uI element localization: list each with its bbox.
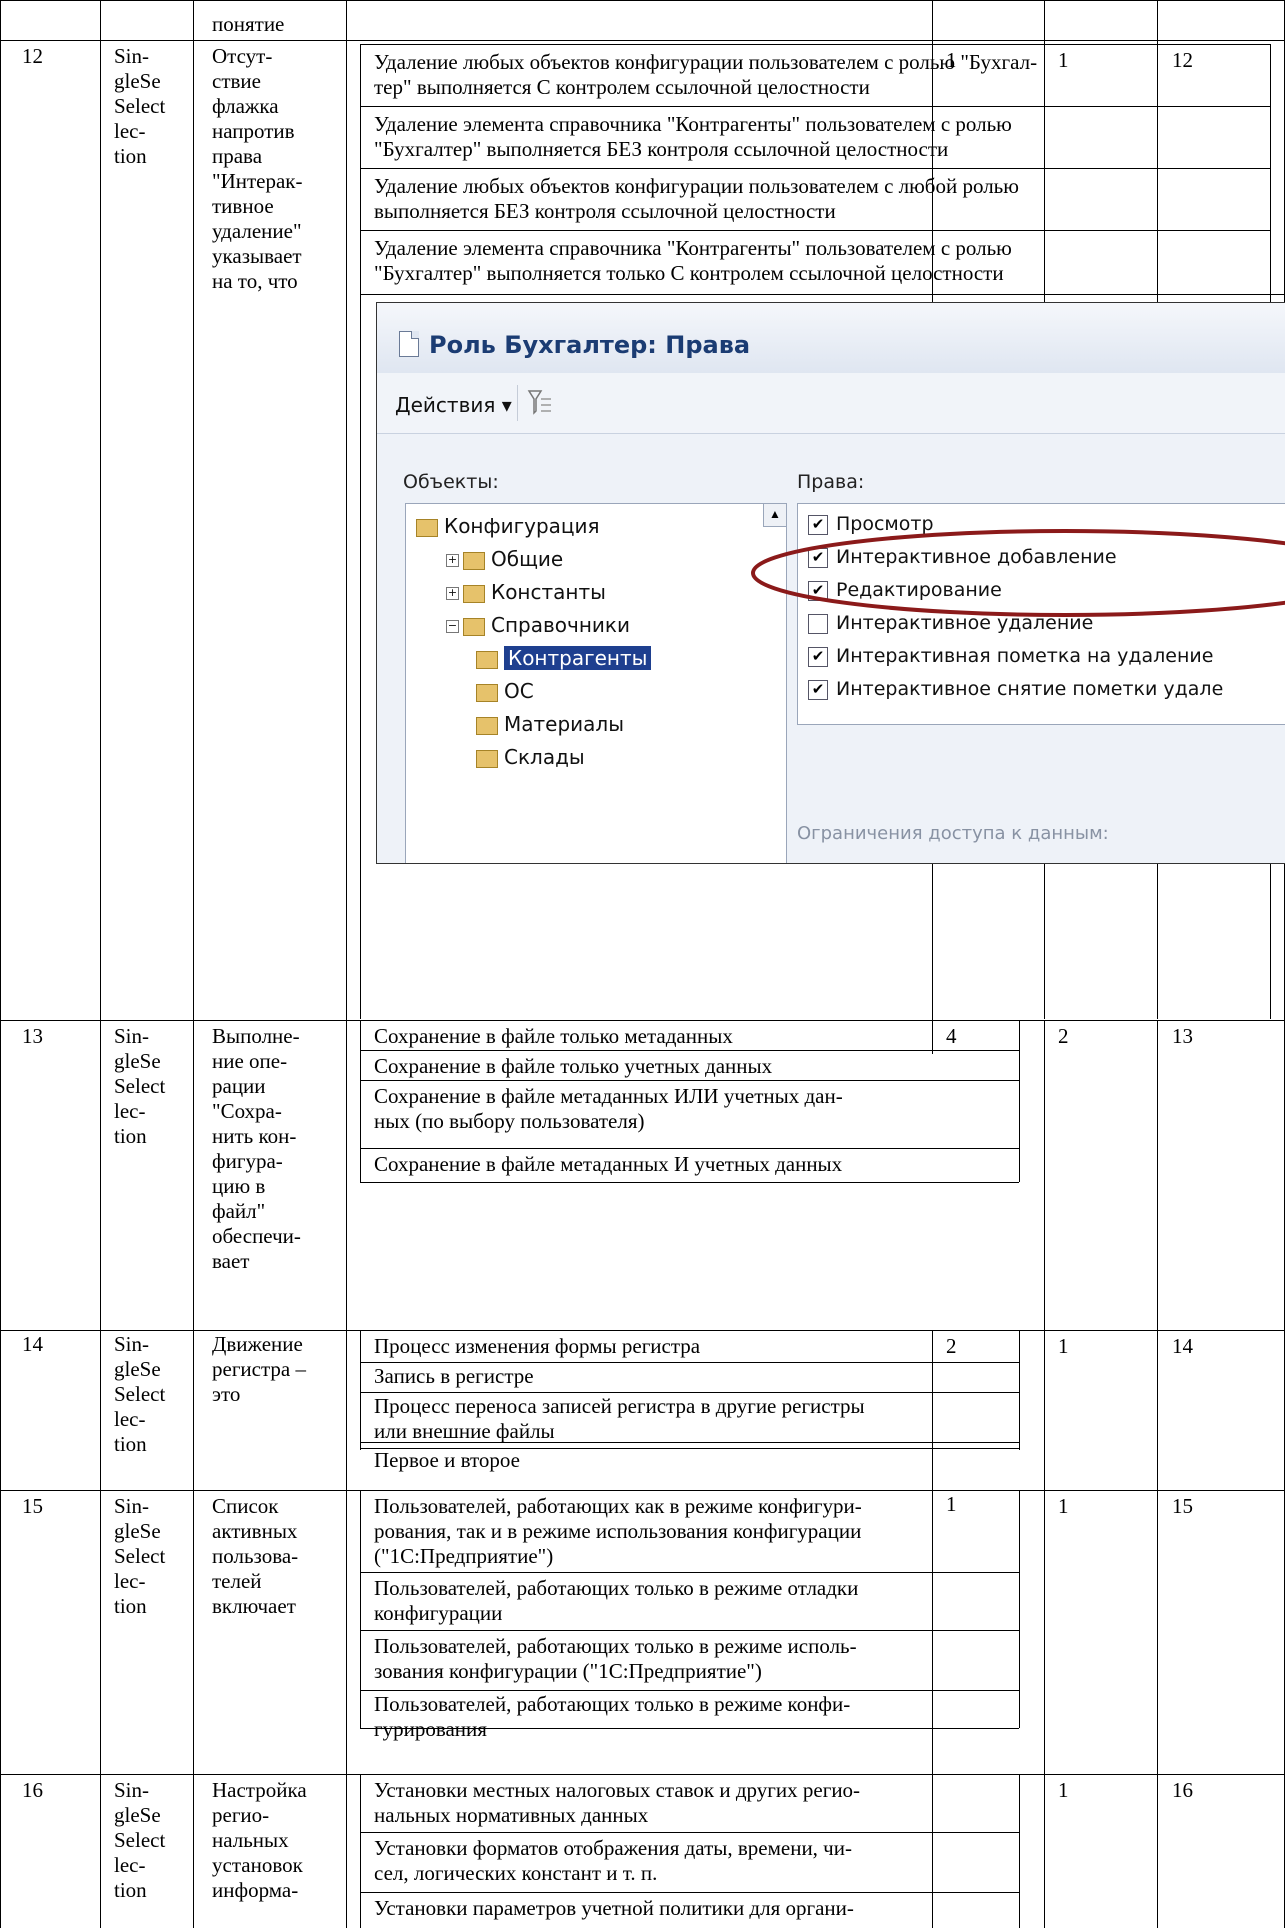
- folder-icon: [463, 617, 485, 636]
- folder-icon: [463, 584, 485, 603]
- top-fragment: понятие: [212, 12, 285, 36]
- row-16-type: Sin- gleSe Select lec- tion: [114, 1778, 166, 1902]
- tree-node-label: Конфигурация: [444, 514, 600, 538]
- objects-label: Объекты:: [403, 471, 499, 493]
- folder-icon: [463, 551, 485, 570]
- row-15-question: Список активных пользова- телей включает: [212, 1494, 299, 1618]
- window-titlebar: Роль Бухгалтер: Права: [377, 303, 1285, 374]
- row-12-num: 12: [22, 44, 43, 68]
- row-12-question: Отсут- ствие флажка напротив права "Инте…: [212, 44, 303, 293]
- row-15-option-1: Пользователей, работающих как в режиме к…: [374, 1494, 862, 1568]
- row-14-question: Движение регистра – это: [212, 1332, 306, 1406]
- document-icon: [399, 331, 419, 357]
- tree-node-3[interactable]: + Константы: [446, 576, 606, 608]
- row-15-points: 1: [1058, 1494, 1069, 1518]
- row-13-option-1: Сохранение в файле только метаданных: [374, 1024, 733, 1048]
- row-16-num: 16: [22, 1778, 43, 1802]
- highlight-ellipse: [751, 529, 1285, 617]
- right-label: Интерактивная пометка на удаление: [836, 645, 1214, 667]
- row-13-option-2: Сохранение в файле только учетных данных: [374, 1054, 773, 1078]
- tree-node-label: Склады: [504, 745, 585, 769]
- row-16-option-1: Установки местных налоговых ставок и дру…: [374, 1778, 861, 1827]
- tree-node-label: Контрагенты: [504, 646, 652, 670]
- row-14-answer: 2: [946, 1334, 957, 1358]
- row-13-points: 2: [1058, 1024, 1069, 1048]
- objects-tree[interactable]: Конфигурация + Общие + Константы − Справочники…: [405, 503, 787, 863]
- checkbox[interactable]: ✔: [808, 646, 828, 667]
- row-14-qid: 14: [1172, 1334, 1193, 1358]
- tree-node-label: Справочники: [491, 613, 630, 637]
- row-16-option-3: Установки параметров учетной политики дл…: [374, 1896, 854, 1920]
- row-15-answer: 1: [946, 1492, 957, 1516]
- folder-icon: [476, 749, 498, 768]
- right-item-5[interactable]: ✔ Интерактивная пометка на удаление: [808, 640, 1213, 673]
- row-12-points: 1: [1058, 48, 1069, 72]
- row-15-qid: 15: [1172, 1494, 1193, 1518]
- tree-node-1[interactable]: Конфигурация: [416, 510, 600, 542]
- row-12-qid: 12: [1172, 48, 1193, 72]
- row-14-option-3: Процесс переноса записей регистра в друг…: [374, 1394, 865, 1443]
- tree-toggle-icon[interactable]: −: [446, 620, 459, 633]
- right-item-6[interactable]: ✔ Интерактивное снятие пометки удале: [808, 673, 1223, 706]
- row-14-option-4: Первое и второе: [374, 1448, 520, 1472]
- tree-node-label: Константы: [491, 580, 606, 604]
- row-15-option-4: Пользователей, работающих только в режим…: [374, 1692, 851, 1741]
- row-13-num: 13: [22, 1024, 43, 1048]
- tree-node-label: ОС: [504, 679, 534, 703]
- row-13-qid: 13: [1172, 1024, 1193, 1048]
- row-14-option-1: Процесс изменения формы регистра: [374, 1334, 701, 1358]
- row-12-option-3: Удаление любых объектов конфигурации пол…: [374, 174, 1019, 223]
- folder-icon: [476, 683, 498, 702]
- folder-icon: [476, 650, 498, 669]
- row-16-option-2: Установки форматов отображения даты, вре…: [374, 1836, 852, 1885]
- folder-icon: [416, 518, 438, 537]
- tree-node-label: Материалы: [504, 712, 624, 736]
- row-12-option-4: Удаление элемента справочника "Контраген…: [374, 236, 1012, 285]
- row-15-option-2: Пользователей, работающих только в режим…: [374, 1576, 859, 1625]
- tree-toggle-icon[interactable]: +: [446, 554, 459, 567]
- row-15-type: Sin- gleSe Select lec- tion: [114, 1494, 166, 1618]
- filter-icon[interactable]: [527, 387, 553, 419]
- tree-toggle-icon[interactable]: +: [446, 587, 459, 600]
- row-15-option-3: Пользователей, работающих только в режим…: [374, 1634, 857, 1683]
- checkbox[interactable]: ✔: [808, 679, 828, 700]
- restrict-label: Ограничения доступа к данным:: [797, 823, 1109, 844]
- row-14-points: 1: [1058, 1334, 1069, 1358]
- tree-node-7[interactable]: Материалы: [476, 708, 624, 740]
- row-13-answer: 4: [946, 1024, 957, 1048]
- row-14-type: Sin- gleSe Select lec- tion: [114, 1332, 166, 1456]
- tree-node-2[interactable]: + Общие: [446, 543, 563, 575]
- window-title: Роль Бухгалтер: Права: [429, 331, 751, 359]
- role-rights-screenshot: Роль Бухгалтер: Права Действия ▾ Объекты…: [376, 302, 1285, 864]
- tree-node-6[interactable]: ОС: [476, 675, 534, 707]
- row-16-points: 1: [1058, 1778, 1069, 1802]
- row-14-num: 14: [22, 1332, 43, 1356]
- actions-menu[interactable]: Действия ▾: [395, 393, 512, 417]
- row-14-option-2: Запись в регистре: [374, 1364, 534, 1388]
- tree-node-8[interactable]: Склады: [476, 741, 585, 773]
- rights-label: Права:: [797, 471, 865, 493]
- row-12-option-1: Удаление любых объектов конфигурации пол…: [374, 50, 1038, 99]
- row-16-qid: 16: [1172, 1778, 1193, 1802]
- row-13-type: Sin- gleSe Select lec- tion: [114, 1024, 166, 1148]
- row-13-option-4: Сохранение в файле метаданных И учетных …: [374, 1152, 843, 1176]
- row-12-answer: 1: [946, 48, 957, 72]
- folder-icon: [476, 716, 498, 735]
- row-15-num: 15: [22, 1494, 43, 1518]
- tree-node-label: Общие: [491, 547, 564, 571]
- right-label: Интерактивное снятие пометки удале: [836, 678, 1224, 700]
- tree-node-4[interactable]: − Справочники: [446, 609, 630, 641]
- row-12-type: Sin- gleSe Select lec- tion: [114, 44, 166, 168]
- tree-node-5[interactable]: Контрагенты: [476, 642, 652, 674]
- toolbar: Действия ▾: [377, 373, 1285, 434]
- row-12-option-2: Удаление элемента справочника "Контраген…: [374, 112, 1012, 161]
- row-16-question: Настройка регио- нальных установок инфор…: [212, 1778, 307, 1902]
- row-13-option-3: Сохранение в файле метаданных ИЛИ учетны…: [374, 1084, 843, 1133]
- row-13-question: Выполне- ние опе- рации "Сохра- нить кон…: [212, 1024, 301, 1273]
